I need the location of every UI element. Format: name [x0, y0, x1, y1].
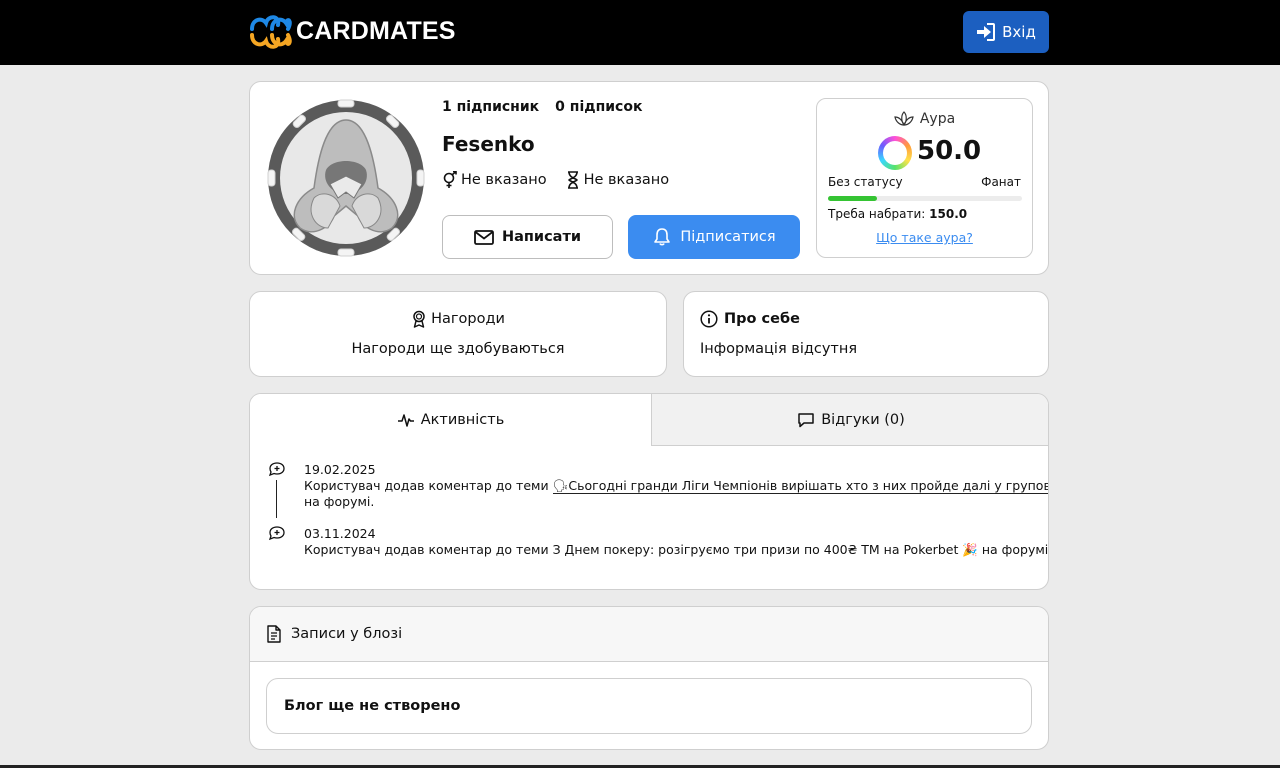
award-icon: [413, 310, 425, 328]
aura-next-level: Фанат: [981, 175, 1021, 189]
followers-count[interactable]: 1 підписник: [442, 99, 539, 115]
activity-prefix: Користувач додав коментар до теми: [304, 478, 553, 493]
info-icon: [700, 310, 718, 328]
blog-card: Записи у блозі Блог ще не створено: [249, 606, 1049, 750]
write-label: Написати: [501, 229, 582, 245]
tab-reviews[interactable]: Відгуки (0): [651, 394, 1048, 446]
about-title-label: Про себе: [724, 311, 800, 327]
lotus-icon: [894, 111, 914, 127]
activity-card: Активність Відгуки (0) 19.02.2025 Корист…: [249, 393, 1049, 590]
username: Fesenko: [442, 132, 535, 156]
blog-header: Записи у блозі: [250, 607, 1048, 662]
activity-topic-link[interactable]: 🗣Сьогодні гранди Ліги Чемпіонів вирішать…: [552, 478, 1048, 494]
blog-empty-message: Блог ще не створено: [266, 678, 1032, 734]
bell-icon: [654, 228, 671, 246]
aura-need-label: Треба набрати:: [828, 207, 926, 221]
awards-title: Нагороди: [250, 310, 666, 328]
aura-progress-fill: [828, 196, 877, 201]
top-bar: CARDMATES Вхід: [0, 0, 1280, 65]
about-text: Інформація відсутня: [700, 341, 858, 357]
activity-suffix: на форумі.: [977, 542, 1049, 557]
aura-value: 50.0: [917, 136, 982, 166]
subscribe-label: Підписатися: [680, 229, 776, 245]
login-button[interactable]: Вхід: [963, 11, 1049, 53]
gender-info: Не вказано: [442, 171, 547, 189]
envelope-icon: [474, 230, 494, 245]
about-card: Про себе Інформація відсутня: [683, 291, 1049, 377]
aura-need-value: 150.0: [929, 207, 968, 221]
awards-title-label: Нагороди: [431, 311, 505, 327]
aura-ring-icon: [878, 136, 912, 170]
activity-date: 03.11.2024: [304, 526, 376, 541]
aura-progress-bar: [828, 196, 1022, 201]
hourglass-icon: [567, 171, 578, 189]
comment-add-icon: [268, 462, 285, 477]
sign-in-icon: [977, 23, 996, 41]
gender-icon: [443, 171, 457, 188]
profile-meta: Не вказано Не вказано: [442, 171, 669, 189]
gender-value: Не вказано: [461, 172, 547, 188]
aura-panel: Аура 50.0 Без статусу Фанат Треба набрат…: [816, 98, 1033, 258]
activity-date: 19.02.2025: [304, 462, 376, 477]
aura-need: Треба набрати: 150.0: [828, 207, 967, 221]
write-message-button[interactable]: Написати: [442, 215, 613, 259]
aura-status: Без статусу: [828, 175, 903, 189]
about-title: Про себе: [700, 310, 800, 328]
comment-add-icon: [268, 526, 285, 541]
awards-card: Нагороди Нагороди ще здобуваються: [249, 291, 667, 377]
comment-icon: [798, 412, 814, 427]
age-value: Не вказано: [583, 172, 670, 188]
document-icon: [267, 625, 281, 643]
follow-stats: 1 підписник 0 підписок: [442, 99, 642, 115]
pulse-icon: [397, 414, 414, 427]
awards-text: Нагороди ще здобуваються: [351, 341, 565, 357]
tab-reviews-label: Відгуки (0): [821, 411, 905, 428]
aura-title: Аура: [817, 111, 1032, 127]
aura-info-link[interactable]: Що таке аура?: [817, 230, 1032, 245]
activity-topic-link[interactable]: З Днем покеру: розігруємо три призи по 4…: [553, 542, 978, 557]
logo-text: CARDMATES: [296, 17, 456, 45]
tab-activity-label: Активність: [420, 412, 505, 428]
blog-title: Записи у блозі: [291, 626, 403, 642]
subscribe-button[interactable]: Підписатися: [628, 215, 800, 259]
age-info: Не вказано: [565, 171, 670, 189]
profile-card: 1 підписник 0 підписок Fesenko Не вказан…: [249, 81, 1049, 275]
activity-prefix: Користувач додав коментар до теми: [304, 542, 553, 557]
cardmates-logo[interactable]: [248, 11, 292, 53]
aura-title-label: Аура: [919, 111, 956, 127]
avatar: [267, 99, 425, 257]
tab-activity[interactable]: Активність: [250, 394, 651, 446]
login-label: Вхід: [1002, 23, 1036, 41]
following-count[interactable]: 0 підписок: [555, 99, 642, 115]
activity-text: Користувач додав коментар до теми З Днем…: [304, 542, 1049, 558]
timeline-connector: [276, 480, 277, 518]
activity-text: Користувач додав коментар до теми 🗣Сього…: [304, 478, 1048, 510]
activity-suffix: на форумі.: [304, 494, 375, 509]
